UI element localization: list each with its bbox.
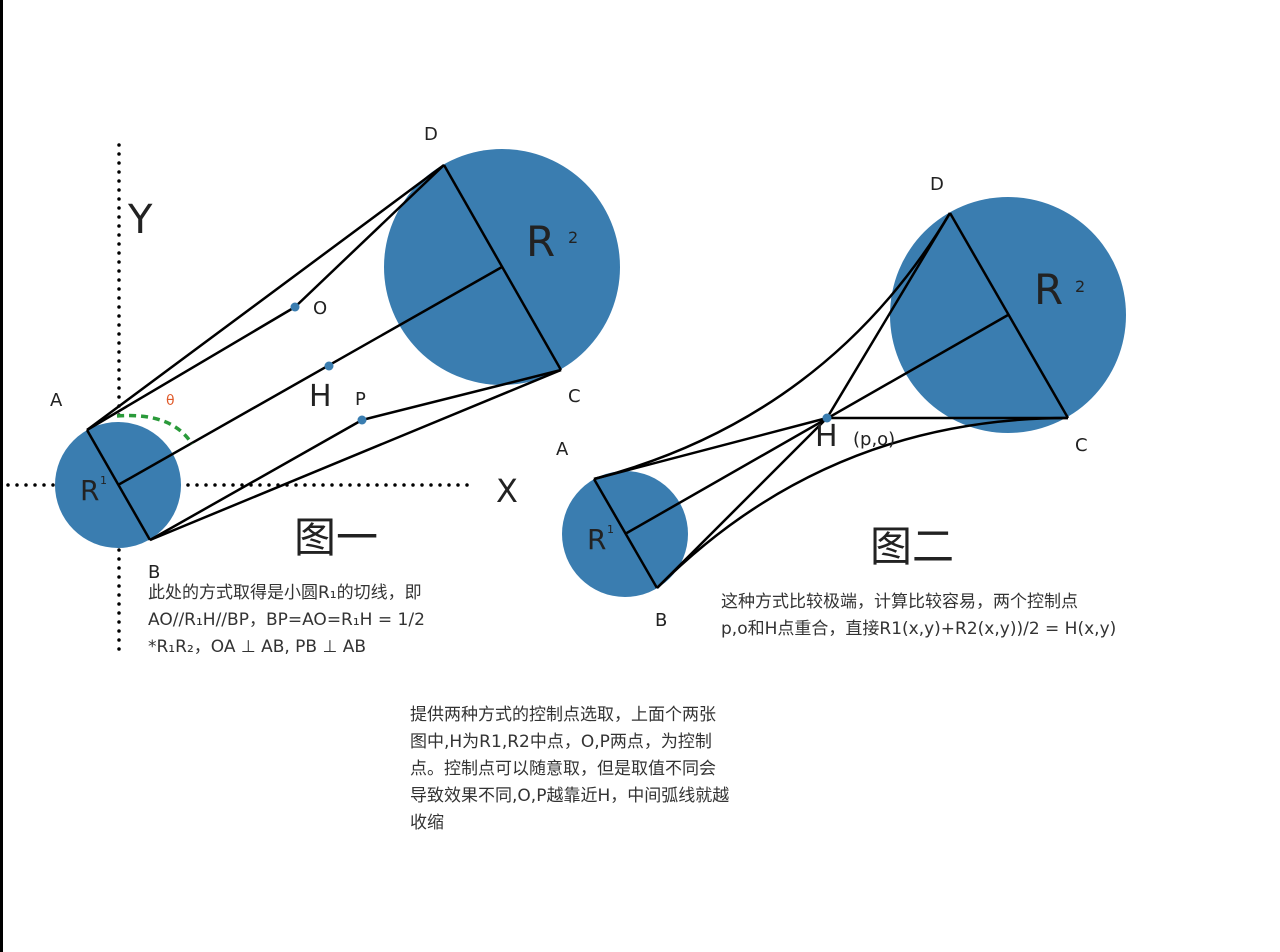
note-line: 点。控制点可以随意取，但是取值不同会 — [410, 759, 716, 779]
point-h — [324, 361, 334, 371]
point-p — [357, 415, 367, 425]
label-a: A — [556, 439, 569, 460]
caption-line: AO//R₁H//BP，BP=AO=R₁H = 1/2 — [148, 610, 425, 630]
label-o: O — [313, 298, 327, 319]
label-a: A — [50, 390, 63, 411]
caption-line: 这种方式比较极端，计算比较容易，两个控制点 — [721, 592, 1078, 612]
diagram-stage: θ Y X A B C D O H P R 1 R 2 图一 A B C D H… — [0, 0, 1280, 952]
label-r1: R — [587, 523, 606, 556]
note-line: 图中,H为R1,R2中点，O,P两点，为控制 — [410, 732, 712, 752]
label-r2-sub: 2 — [1075, 277, 1085, 296]
label-r2: R — [1034, 265, 1063, 314]
theta-label: θ — [166, 393, 175, 409]
figure-2: A B C D H (p,o) R 1 R 2 图二 — [556, 174, 1126, 631]
caption-line: p,o和H点重合，直接R1(x,y)+R2(x,y))/2 = H(x,y) — [721, 619, 1117, 639]
bottom-note: 提供两种方式的控制点选取，上面个两张 图中,H为R1,R2中点，O,P两点，为控… — [410, 702, 729, 837]
label-h: H — [815, 419, 838, 454]
label-d: D — [424, 124, 438, 145]
label-b: B — [655, 610, 667, 631]
label-r2-sub: 2 — [568, 228, 578, 247]
label-h: H — [309, 379, 332, 414]
caption-line: *R₁R₂，OA ⊥ AB, PB ⊥ AB — [148, 637, 367, 657]
label-r2: R — [526, 217, 555, 266]
caption-line: 此处的方式取得是小圆R₁的切线，即 — [148, 583, 422, 603]
label-r1: R — [80, 474, 99, 507]
point-o — [290, 302, 300, 312]
label-r1-sub: 1 — [607, 523, 614, 536]
label-x: X — [496, 472, 518, 510]
label-c: C — [1075, 435, 1088, 456]
label-r1-sub: 1 — [100, 474, 107, 487]
label-p: P — [355, 389, 366, 410]
note-line: 提供两种方式的控制点选取，上面个两张 — [410, 705, 716, 725]
figure-1: θ Y X A B C D O H P R 1 R 2 图一 — [6, 124, 620, 657]
label-c: C — [568, 386, 581, 407]
figure-2-title: 图二 — [870, 522, 954, 571]
note-line: 收缩 — [410, 813, 444, 833]
segment-r1-r2 — [117, 265, 503, 487]
label-d: D — [930, 174, 944, 195]
label-h-coord: (p,o) — [853, 429, 895, 450]
note-line: 导致效果不同,O,P越靠近H，中间弧线就越 — [410, 786, 730, 806]
figure-1-caption: 此处的方式取得是小圆R₁的切线，即 AO//R₁H//BP，BP=AO=R₁H … — [148, 580, 425, 661]
figure-2-caption: 这种方式比较极端，计算比较容易，两个控制点 p,o和H点重合，直接R1(x,y)… — [721, 589, 1116, 643]
figure-1-title: 图一 — [294, 513, 378, 562]
label-y: Y — [127, 197, 153, 243]
